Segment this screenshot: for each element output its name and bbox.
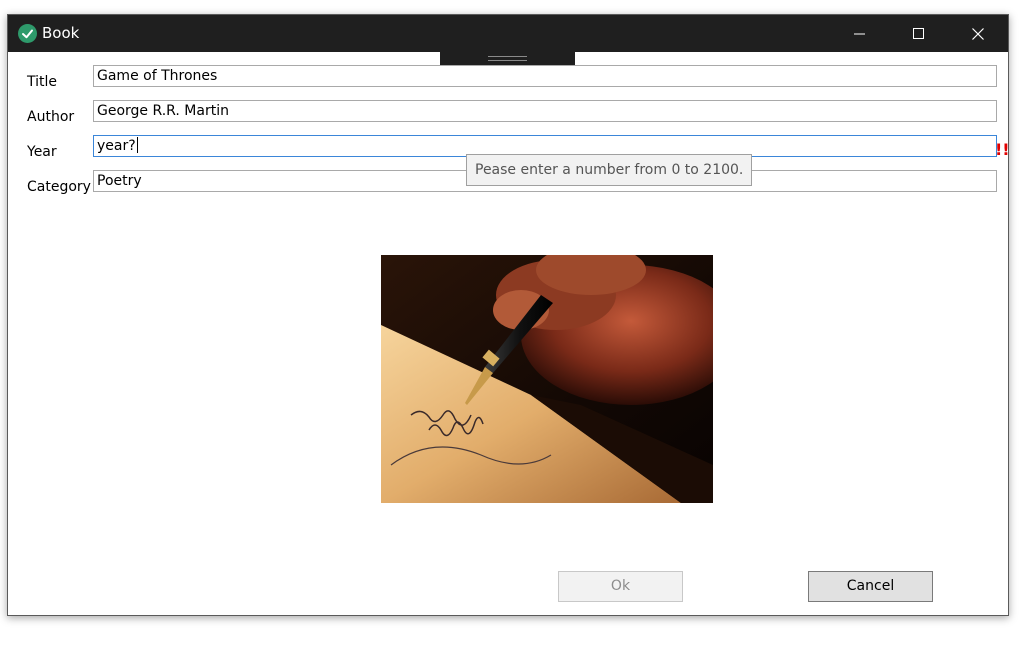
title-bar[interactable]: Book	[8, 15, 1008, 52]
maximize-button[interactable]	[890, 15, 948, 52]
year-error-indicator: !!	[995, 140, 1009, 159]
author-label: Author	[27, 109, 75, 125]
ok-button[interactable]: Ok	[558, 571, 683, 602]
category-label: Category	[27, 179, 91, 195]
maximize-icon	[913, 28, 924, 39]
title-label: Title	[27, 74, 58, 90]
grip-lines-icon	[488, 56, 527, 61]
book-cover-image	[381, 255, 713, 503]
close-button[interactable]	[949, 15, 1007, 52]
title-input[interactable]: Game of Thrones	[93, 65, 997, 87]
drag-grip-handle[interactable]	[440, 52, 575, 66]
book-dialog-window: Book Title Game of Thrones Author George…	[7, 14, 1009, 616]
window-title: Book	[42, 24, 80, 42]
cancel-button[interactable]: Cancel	[808, 571, 933, 602]
minimize-icon	[854, 33, 865, 35]
minimize-button[interactable]	[831, 15, 889, 52]
close-icon	[972, 28, 984, 40]
year-input-text: year?	[97, 138, 136, 154]
author-input[interactable]: George R.R. Martin	[93, 100, 997, 122]
year-label: Year	[27, 144, 57, 160]
year-validation-tooltip: Pease enter a number from 0 to 2100.	[466, 154, 753, 186]
check-circle-icon	[18, 24, 37, 43]
text-caret	[136, 137, 138, 153]
